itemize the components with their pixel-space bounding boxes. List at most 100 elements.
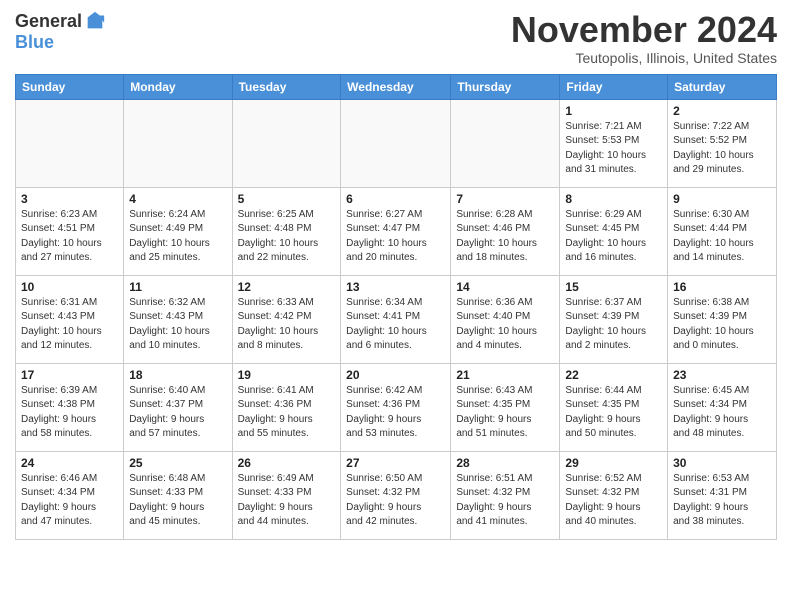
calendar-cell: 17 Sunrise: 6:39 AM Sunset: 4:38 PM Dayli… (16, 363, 124, 451)
day-number: 13 (346, 280, 445, 294)
calendar-cell: 22 Sunrise: 6:44 AM Sunset: 4:35 PM Dayli… (560, 363, 668, 451)
day-number: 30 (673, 456, 771, 470)
day-info: Sunrise: 7:21 AM Sunset: 5:53 PM Dayligh… (565, 120, 662, 178)
day-number: 9 (673, 192, 771, 206)
day-info: Sunrise: 6:37 AM Sunset: 4:39 PM Dayligh… (565, 296, 662, 354)
day-info: Sunrise: 6:39 AM Sunset: 4:38 PM Dayligh… (21, 384, 118, 442)
day-number: 4 (129, 192, 226, 206)
header-sunday: Sunday (16, 74, 124, 99)
day-number: 26 (238, 456, 336, 470)
calendar-cell: 30 Sunrise: 6:53 AM Sunset: 4:31 PM Dayli… (668, 451, 777, 539)
day-info: Sunrise: 6:23 AM Sunset: 4:51 PM Dayligh… (21, 208, 118, 266)
calendar-cell: 4 Sunrise: 6:24 AM Sunset: 4:49 PM Daylig… (124, 187, 232, 275)
calendar-week-0: 1 Sunrise: 7:21 AM Sunset: 5:53 PM Daylig… (16, 99, 777, 187)
calendar-header-row: Sunday Monday Tuesday Wednesday Thursday… (16, 74, 777, 99)
calendar-cell: 9 Sunrise: 6:30 AM Sunset: 4:44 PM Daylig… (668, 187, 777, 275)
calendar-cell (232, 99, 341, 187)
day-info: Sunrise: 6:38 AM Sunset: 4:39 PM Dayligh… (673, 296, 771, 354)
calendar-cell: 2 Sunrise: 7:22 AM Sunset: 5:52 PM Daylig… (668, 99, 777, 187)
day-info: Sunrise: 6:52 AM Sunset: 4:32 PM Dayligh… (565, 472, 662, 530)
day-info: Sunrise: 6:43 AM Sunset: 4:35 PM Dayligh… (456, 384, 554, 442)
calendar-cell: 5Sunrise: 6:25 AM Sunset: 4:48 PM Daylig… (232, 187, 341, 275)
calendar-cell (124, 99, 232, 187)
day-number: 17 (21, 368, 118, 382)
calendar-cell: 10 Sunrise: 6:31 AM Sunset: 4:43 PM Dayli… (16, 275, 124, 363)
calendar-cell: 23Sunrise: 6:45 AM Sunset: 4:34 PM Dayli… (668, 363, 777, 451)
logo-general: General (15, 11, 82, 32)
day-number: 20 (346, 368, 445, 382)
header: General Blue November 2024 Teutopolis, I… (15, 10, 777, 66)
calendar-cell: 8Sunrise: 6:29 AM Sunset: 4:45 PM Daylig… (560, 187, 668, 275)
day-info: Sunrise: 6:45 AM Sunset: 4:34 PM Dayligh… (673, 384, 771, 442)
day-info: Sunrise: 6:30 AM Sunset: 4:44 PM Dayligh… (673, 208, 771, 266)
calendar-week-1: 3 Sunrise: 6:23 AM Sunset: 4:51 PM Daylig… (16, 187, 777, 275)
day-number: 10 (21, 280, 118, 294)
day-number: 25 (129, 456, 226, 470)
calendar-cell: 27 Sunrise: 6:50 AM Sunset: 4:32 PM Dayli… (341, 451, 451, 539)
day-info: Sunrise: 6:53 AM Sunset: 4:31 PM Dayligh… (673, 472, 771, 530)
calendar-cell (451, 99, 560, 187)
calendar-cell: 13 Sunrise: 6:34 AM Sunset: 4:41 PM Dayli… (341, 275, 451, 363)
month-title: November 2024 (511, 10, 777, 50)
day-info: Sunrise: 6:29 AM Sunset: 4:45 PM Dayligh… (565, 208, 662, 266)
calendar-cell: 12Sunrise: 6:33 AM Sunset: 4:42 PM Dayli… (232, 275, 341, 363)
calendar-cell: 16Sunrise: 6:38 AM Sunset: 4:39 PM Dayli… (668, 275, 777, 363)
day-info: Sunrise: 6:40 AM Sunset: 4:37 PM Dayligh… (129, 384, 226, 442)
calendar-cell (16, 99, 124, 187)
logo-blue: Blue (15, 32, 54, 53)
calendar-cell (341, 99, 451, 187)
day-number: 22 (565, 368, 662, 382)
day-number: 14 (456, 280, 554, 294)
day-info: Sunrise: 6:42 AM Sunset: 4:36 PM Dayligh… (346, 384, 445, 442)
day-info: Sunrise: 6:33 AM Sunset: 4:42 PM Dayligh… (238, 296, 336, 354)
day-number: 1 (565, 104, 662, 118)
day-info: Sunrise: 6:44 AM Sunset: 4:35 PM Dayligh… (565, 384, 662, 442)
day-info: Sunrise: 6:46 AM Sunset: 4:34 PM Dayligh… (21, 472, 118, 530)
day-info: Sunrise: 6:51 AM Sunset: 4:32 PM Dayligh… (456, 472, 554, 530)
day-info: Sunrise: 7:22 AM Sunset: 5:52 PM Dayligh… (673, 120, 771, 178)
calendar-cell: 15Sunrise: 6:37 AM Sunset: 4:39 PM Dayli… (560, 275, 668, 363)
location: Teutopolis, Illinois, United States (511, 50, 777, 66)
day-info: Sunrise: 6:28 AM Sunset: 4:46 PM Dayligh… (456, 208, 554, 266)
day-number: 27 (346, 456, 445, 470)
day-info: Sunrise: 6:34 AM Sunset: 4:41 PM Dayligh… (346, 296, 445, 354)
calendar-cell: 25Sunrise: 6:48 AM Sunset: 4:33 PM Dayli… (124, 451, 232, 539)
calendar-cell: 28 Sunrise: 6:51 AM Sunset: 4:32 PM Dayli… (451, 451, 560, 539)
title-area: November 2024 Teutopolis, Illinois, Unit… (511, 10, 777, 66)
day-number: 3 (21, 192, 118, 206)
calendar-week-3: 17 Sunrise: 6:39 AM Sunset: 4:38 PM Dayli… (16, 363, 777, 451)
day-number: 2 (673, 104, 771, 118)
day-number: 18 (129, 368, 226, 382)
day-number: 21 (456, 368, 554, 382)
calendar-cell: 26 Sunrise: 6:49 AM Sunset: 4:33 PM Dayli… (232, 451, 341, 539)
day-number: 11 (129, 280, 226, 294)
calendar-cell: 20 Sunrise: 6:42 AM Sunset: 4:36 PM Dayli… (341, 363, 451, 451)
calendar-cell: 3 Sunrise: 6:23 AM Sunset: 4:51 PM Daylig… (16, 187, 124, 275)
day-info: Sunrise: 6:41 AM Sunset: 4:36 PM Dayligh… (238, 384, 336, 442)
logo: General Blue (15, 10, 106, 53)
calendar-cell: 24Sunrise: 6:46 AM Sunset: 4:34 PM Dayli… (16, 451, 124, 539)
day-info: Sunrise: 6:31 AM Sunset: 4:43 PM Dayligh… (21, 296, 118, 354)
day-info: Sunrise: 6:24 AM Sunset: 4:49 PM Dayligh… (129, 208, 226, 266)
day-number: 6 (346, 192, 445, 206)
calendar-cell: 1 Sunrise: 7:21 AM Sunset: 5:53 PM Daylig… (560, 99, 668, 187)
calendar: Sunday Monday Tuesday Wednesday Thursday… (15, 74, 777, 540)
day-number: 28 (456, 456, 554, 470)
header-saturday: Saturday (668, 74, 777, 99)
header-friday: Friday (560, 74, 668, 99)
calendar-cell: 18 Sunrise: 6:40 AM Sunset: 4:37 PM Dayli… (124, 363, 232, 451)
day-info: Sunrise: 6:36 AM Sunset: 4:40 PM Dayligh… (456, 296, 554, 354)
day-number: 7 (456, 192, 554, 206)
header-wednesday: Wednesday (341, 74, 451, 99)
calendar-cell: 29Sunrise: 6:52 AM Sunset: 4:32 PM Dayli… (560, 451, 668, 539)
header-tuesday: Tuesday (232, 74, 341, 99)
calendar-cell: 6Sunrise: 6:27 AM Sunset: 4:47 PM Daylig… (341, 187, 451, 275)
day-info: Sunrise: 6:50 AM Sunset: 4:32 PM Dayligh… (346, 472, 445, 530)
day-info: Sunrise: 6:49 AM Sunset: 4:33 PM Dayligh… (238, 472, 336, 530)
header-monday: Monday (124, 74, 232, 99)
calendar-cell: 11 Sunrise: 6:32 AM Sunset: 4:43 PM Dayli… (124, 275, 232, 363)
day-number: 5 (238, 192, 336, 206)
logo-icon (84, 10, 106, 32)
calendar-week-4: 24Sunrise: 6:46 AM Sunset: 4:34 PM Dayli… (16, 451, 777, 539)
day-info: Sunrise: 6:32 AM Sunset: 4:43 PM Dayligh… (129, 296, 226, 354)
